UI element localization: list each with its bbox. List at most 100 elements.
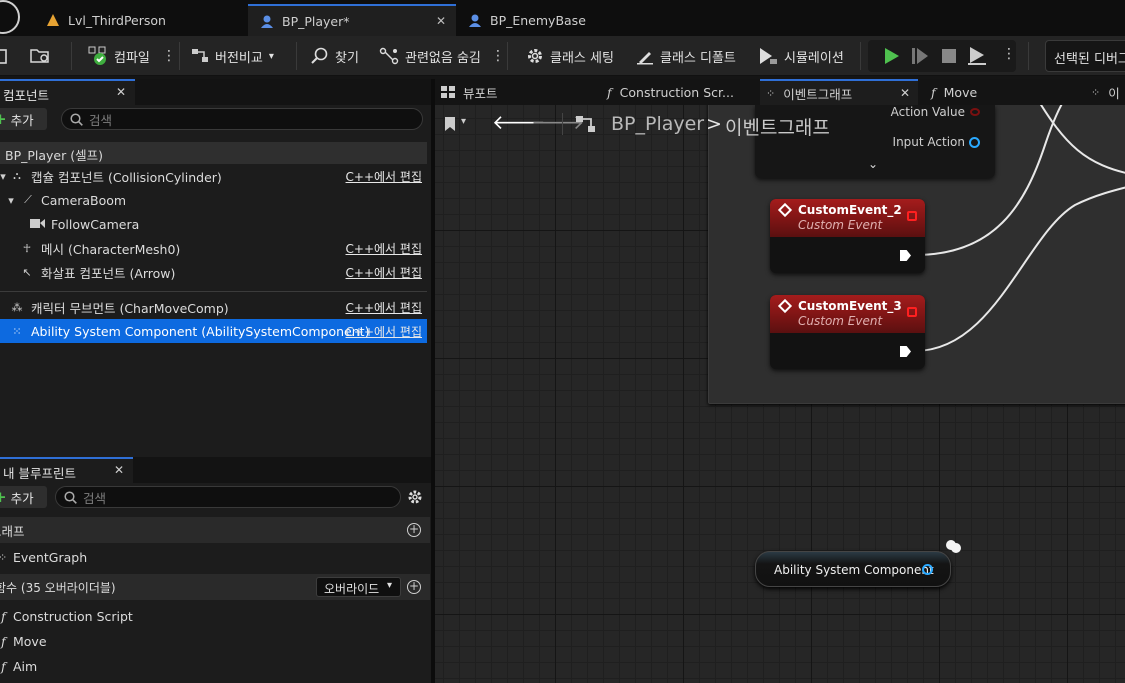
toolbar-divider — [507, 42, 508, 70]
graphs-section-header[interactable]: 그래프 + — [0, 517, 430, 543]
function-item-label: Aim — [13, 658, 38, 674]
exec-out-pin-icon[interactable] — [900, 250, 911, 261]
functions-section-header[interactable]: 함수 (35 오버라이더블) 오버라이드 ▾ + — [0, 574, 430, 600]
plus-icon: + — [0, 110, 7, 128]
compile-options-kebab-icon[interactable]: ⋮ — [162, 42, 176, 70]
tab-components[interactable]: 컴포넌트 ✕ — [0, 79, 135, 105]
edit-in-cpp-link[interactable]: C++에서 편집 — [346, 264, 422, 281]
add-graph-icon[interactable]: + — [407, 523, 421, 537]
doc-tab-label: Lvl_ThirdPerson — [68, 12, 166, 28]
search-icon — [64, 490, 77, 504]
folder-search-icon — [30, 49, 49, 63]
hide-unrelated-kebab-icon[interactable]: ⋮ — [491, 42, 505, 70]
add-member-button[interactable]: + 추가 — [0, 486, 47, 508]
node-subtitle: Custom Event — [798, 314, 883, 328]
event-graph-canvas[interactable]: Action Value Input Action ⌄ ▾ 🡐 🡒 BP_Pla… — [435, 105, 1125, 683]
node-header: CustomEvent_2 Custom Event — [770, 199, 925, 237]
edit-in-cpp-link[interactable]: C++에서 편집 — [346, 299, 422, 316]
find-button[interactable]: 찾기 — [311, 42, 359, 70]
ability-system-component-variable-node[interactable]: Ability System Component — [755, 551, 951, 587]
override-dropdown[interactable]: 오버라이드 ▾ — [316, 577, 401, 597]
doc-tab-bp-player[interactable]: BP_Player* ✕ — [248, 4, 456, 36]
compile-button[interactable]: 컴파일 — [88, 42, 150, 70]
component-row-camera-boom[interactable]: ▾ ⟋ CameraBoom — [0, 188, 427, 212]
unreal-logo-icon[interactable] — [0, 0, 20, 34]
variable-node-label: Ability System Component — [774, 563, 934, 577]
compile-label: 컴파일 — [114, 50, 150, 66]
play-icon[interactable] — [884, 48, 900, 64]
delegate-pin-icon[interactable] — [907, 307, 917, 317]
function-item-construction-script[interactable]: f Construction Script — [0, 604, 430, 628]
components-search-input[interactable]: 검색 — [61, 108, 423, 130]
component-row-mesh[interactable]: ☥ 메시 (CharacterMesh0) C++에서 편집 — [0, 236, 427, 260]
doc-tab-level[interactable]: Lvl_ThirdPerson — [34, 4, 248, 36]
find-label: 찾기 — [335, 50, 359, 66]
skeletal-mesh-icon: ☥ — [22, 241, 32, 255]
component-row-ability-system[interactable]: ⁙ Ability System Component (AbilitySyste… — [0, 319, 427, 343]
edit-in-cpp-link[interactable]: C++에서 편집 — [346, 168, 422, 185]
function-icon: f — [1, 608, 6, 624]
expand-arrow-icon: ▾ — [0, 169, 6, 183]
tab-my-blueprint[interactable]: 내 블루프린트 ✕ — [0, 457, 133, 483]
close-panel-icon[interactable]: ✕ — [116, 85, 126, 99]
delegate-pin-icon[interactable] — [907, 211, 917, 221]
add-component-label: 추가 — [10, 112, 34, 128]
play-options-kebab-icon[interactable]: ⋮ — [1002, 46, 1016, 62]
object-out-pin-icon[interactable] — [922, 564, 933, 575]
step-icon[interactable] — [912, 48, 928, 64]
component-root-bp-player[interactable]: BP_Player (셀프) — [0, 142, 427, 164]
diff-button[interactable]: 버전비교 ▾ — [191, 42, 274, 70]
component-row-capsule[interactable]: ▾ ⛬ 캡슐 컴포넌트 (CollisionCylinder) C++에서 편집 — [0, 164, 427, 188]
component-tree-divider — [0, 291, 427, 292]
tab-viewport[interactable]: 뷰포트 — [435, 79, 595, 105]
component-row-char-movement[interactable]: ⁂ 캐릭터 무브먼트 (CharMoveComp) C++에서 편집 — [0, 295, 427, 319]
graphs-header-label: 그래프 — [0, 523, 25, 539]
doc-tab-enemy-base[interactable]: BP_EnemyBase — [456, 4, 626, 36]
debug-object-select[interactable]: 선택된 디버그 — [1045, 40, 1125, 72]
exec-out-pin-icon[interactable] — [900, 346, 911, 357]
tab-event-graph[interactable]: ⁘ 이벤트그래프 ✕ — [760, 79, 918, 105]
settings-gear-icon[interactable] — [407, 489, 423, 505]
hide-unrelated-icon — [379, 47, 399, 65]
simulation-icon — [760, 48, 777, 64]
class-defaults-icon — [637, 52, 653, 65]
function-item-aim[interactable]: f Aim — [0, 654, 430, 678]
function-item-label: Move — [13, 633, 47, 649]
tab-move[interactable]: f Move — [925, 79, 1075, 105]
tab-label: Construction Scr... — [619, 84, 734, 100]
component-row-follow-camera[interactable]: FollowCamera — [0, 212, 427, 236]
add-component-button[interactable]: + 추가 — [0, 108, 47, 130]
tab-construction-script[interactable]: f Construction Scr... — [601, 79, 761, 105]
class-settings-button[interactable]: 클래스 세팅 — [526, 42, 614, 70]
close-tab-icon[interactable]: ✕ — [900, 86, 910, 100]
hide-unrelated-button[interactable]: 관련없음 숨김 — [379, 42, 481, 70]
edit-in-cpp-link[interactable]: C++에서 편집 — [346, 323, 422, 340]
component-row-arrow[interactable]: ↖ 화살표 컴포넌트 (Arrow) C++에서 편집 — [0, 260, 427, 284]
class-defaults-button[interactable]: 클래스 디폴트 — [636, 42, 736, 70]
close-tab-icon[interactable]: ✕ — [436, 14, 446, 28]
tab-event-graph-2[interactable]: ⁘ 이 — [1085, 79, 1125, 105]
simulation-button[interactable]: 시뮬레이션 — [758, 42, 844, 70]
graph-tab-bar: 뷰포트 f Construction Scr... ⁘ 이벤트그래프 ✕ f M… — [435, 79, 1125, 105]
add-function-icon[interactable]: + — [407, 580, 421, 594]
document-tab-bar: Lvl_ThirdPerson BP_Player* ✕ BP_EnemyBas… — [0, 0, 1125, 36]
capsule-icon: ⛬ — [13, 169, 21, 182]
stop-icon[interactable] — [941, 48, 957, 64]
my-blueprint-tab-strip: 내 블루프린트 ✕ — [0, 457, 432, 483]
compile-check-icon — [88, 46, 106, 65]
custom-event-2-node[interactable]: CustomEvent_2 Custom Event — [770, 199, 925, 273]
search-icon — [70, 112, 83, 126]
browse-button[interactable] — [30, 42, 52, 70]
graph-item-event-graph[interactable]: ⁘ EventGraph — [0, 545, 430, 569]
edit-in-cpp-link[interactable]: C++에서 편집 — [346, 240, 422, 257]
eject-play-icon[interactable] — [968, 47, 986, 65]
event-graph-icon: ⁘ — [766, 86, 776, 100]
close-panel-icon[interactable]: ✕ — [114, 463, 124, 477]
save-icon-button[interactable] — [0, 42, 8, 70]
node-title: CustomEvent_3 — [798, 299, 902, 313]
context-bubble-icon — [946, 540, 961, 553]
custom-event-3-node[interactable]: CustomEvent_3 Custom Event — [770, 295, 925, 369]
function-item-move[interactable]: f Move — [0, 629, 430, 653]
my-blueprint-search-input[interactable]: 검색 — [55, 486, 401, 508]
chevron-down-icon: ▾ — [386, 580, 392, 591]
